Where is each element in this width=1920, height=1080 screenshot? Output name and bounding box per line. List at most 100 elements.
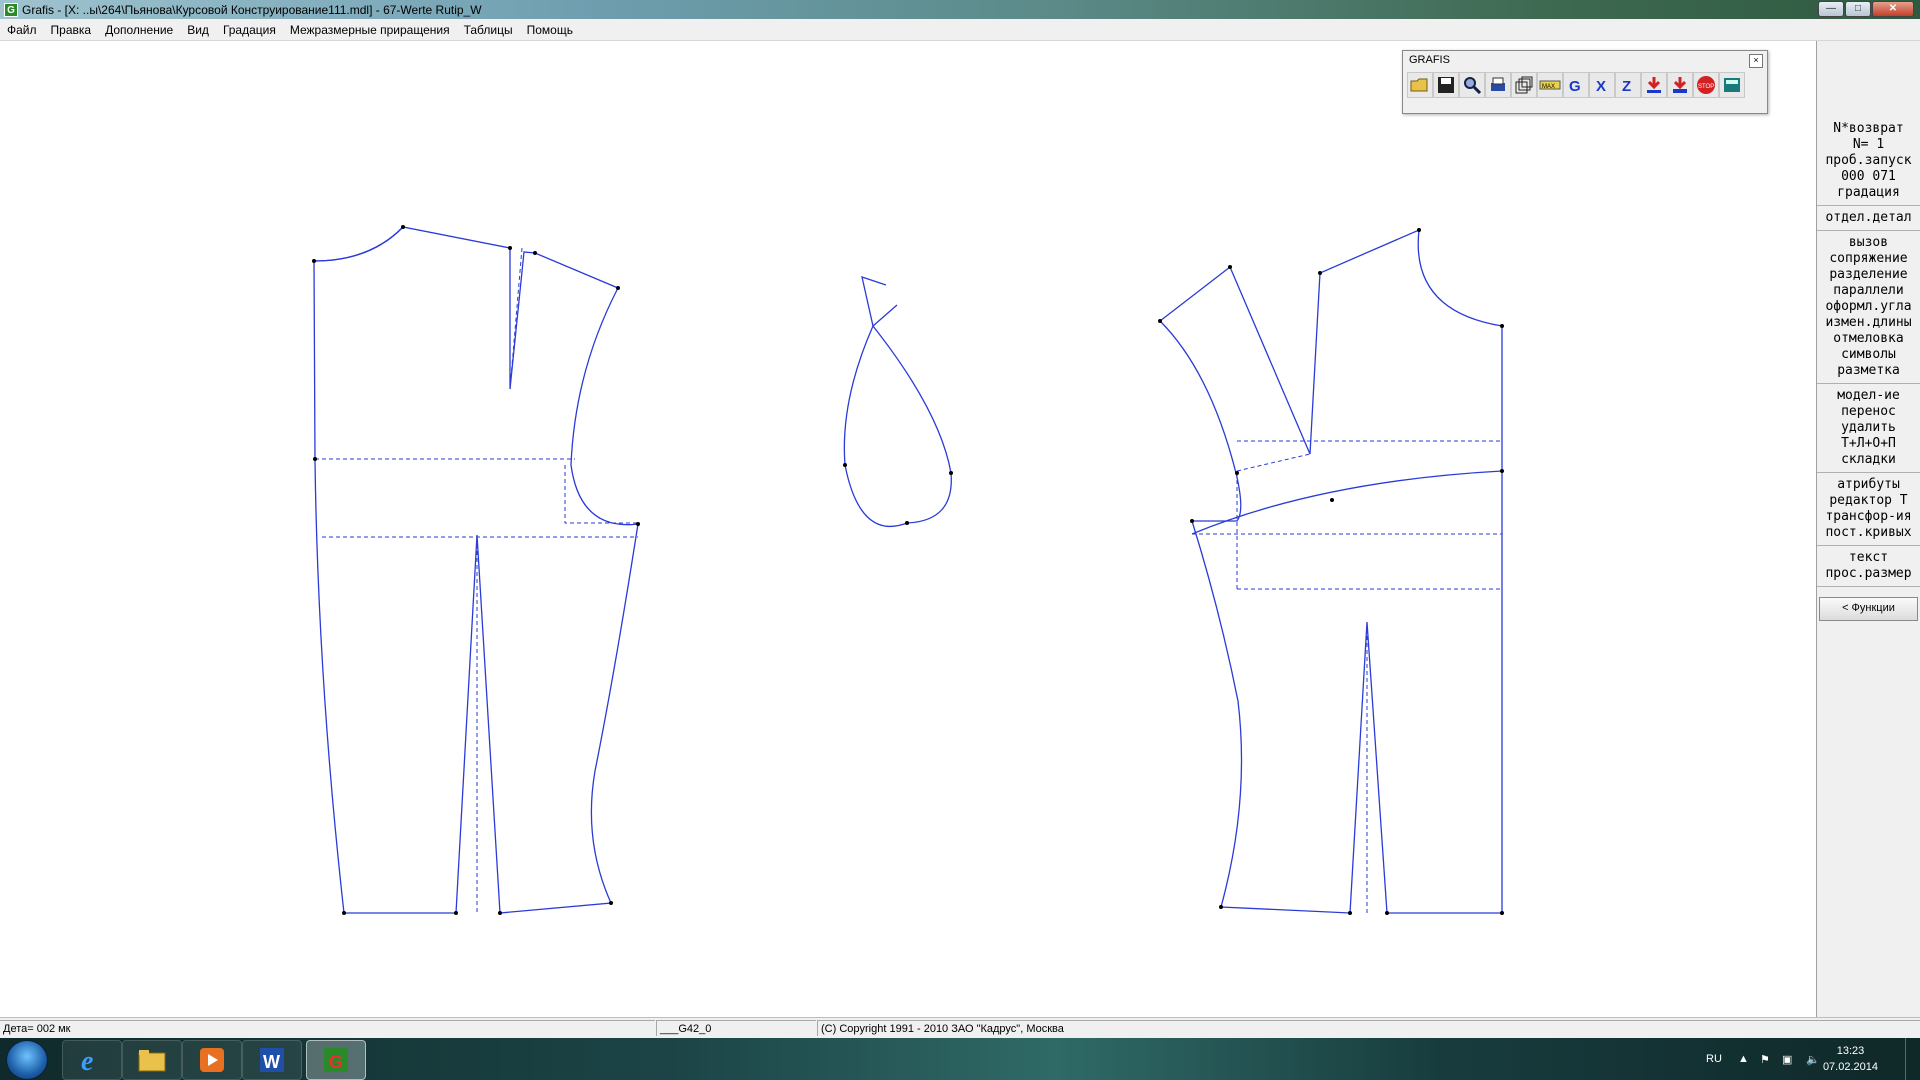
cmd-test-run[interactable]: проб.запуск (1817, 153, 1920, 169)
system-clock[interactable]: 13:23 07.02.2014 (1823, 1043, 1878, 1075)
network-icon[interactable]: ▣ (1782, 1038, 1792, 1080)
functions-button[interactable]: < Функции (1819, 597, 1918, 621)
z-icon[interactable]: Z (1615, 72, 1641, 98)
cmd-parallels[interactable]: параллели (1817, 283, 1920, 299)
import-icon[interactable] (1641, 72, 1667, 98)
windows-start-button[interactable] (6, 1040, 48, 1080)
file-explorer-icon[interactable] (122, 1040, 182, 1080)
drawing-canvas[interactable] (0, 41, 1817, 1017)
grafis-g-icon[interactable]: G (1563, 72, 1589, 98)
back-armhole-box (564, 465, 638, 524)
action-center-flag-icon[interactable]: ⚑ (1760, 1038, 1770, 1080)
menu-view[interactable]: Вид (180, 23, 216, 37)
front-side-curve (1191, 470, 1503, 535)
cmd-build-curves[interactable]: пост.кривых (1817, 525, 1920, 541)
folder-open-icon[interactable] (1407, 72, 1433, 98)
cmd-detail-finish[interactable]: отдел.детал (1817, 210, 1920, 226)
close-button[interactable]: ✕ (1872, 1, 1914, 17)
cmd-pleats[interactable]: складки (1817, 452, 1920, 468)
show-desktop-button[interactable] (1905, 1038, 1920, 1080)
maximize-button[interactable]: □ (1845, 1, 1871, 17)
taskbar: e W G RU ▲ ⚑ ▣ 🔈 13:23 07.02.2014 (0, 1038, 1920, 1080)
cmd-transformation[interactable]: трансфор-ия (1817, 509, 1920, 525)
back-neckline (313, 226, 404, 262)
window-titlebar[interactable]: G Grafis - [X: ..ы\264\Пьянова\Курсовой … (0, 0, 1920, 19)
cmd-corner-design[interactable]: оформл.угла (1817, 299, 1920, 315)
stop-icon[interactable]: STOP (1693, 72, 1719, 98)
point (1385, 911, 1389, 915)
x-icon[interactable]: X (1589, 72, 1615, 98)
back-piece-outline (313, 226, 639, 914)
point (1417, 228, 1421, 232)
svg-text:Z: Z (1622, 78, 1631, 94)
cmd-delete[interactable]: удалить (1817, 420, 1920, 436)
media-player-icon[interactable] (182, 1040, 242, 1080)
grafis-taskbar-icon[interactable]: G (306, 1040, 366, 1080)
point (508, 246, 512, 250)
cmd-chalking[interactable]: отмеловка (1817, 331, 1920, 347)
pattern-drawing[interactable] (0, 41, 1816, 1017)
cmd-symbols[interactable]: символы (1817, 347, 1920, 363)
volume-icon[interactable]: 🔈 (1806, 1038, 1820, 1080)
internet-explorer-icon[interactable]: e (62, 1040, 122, 1080)
front-bust-guide (1236, 453, 1311, 472)
svg-text:X: X (1596, 78, 1606, 94)
layers-icon[interactable] (1511, 72, 1537, 98)
point (401, 225, 405, 229)
print-icon[interactable] (1485, 72, 1511, 98)
command-panel: N*возврат N= 1 проб.запуск 000 071 града… (1817, 41, 1920, 1017)
clock-time: 13:23 (1836, 1045, 1865, 1057)
point (454, 911, 458, 915)
menu-size-increments[interactable]: Межразмерные приращения (283, 23, 457, 37)
cmd-grading[interactable]: градация (1817, 185, 1920, 201)
zoom-icon[interactable] (1459, 72, 1485, 98)
point (1190, 519, 1194, 523)
cmd-conjugation[interactable]: сопряжение (1817, 251, 1920, 267)
cmd-transfer[interactable]: перенос (1817, 404, 1920, 420)
ruler-icon[interactable]: MAX (1537, 72, 1563, 98)
sleeve-notch (861, 276, 898, 327)
cmd-run-number: 000 071 (1841, 169, 1896, 184)
cmd-view-size[interactable]: прос.размер (1817, 566, 1920, 582)
tray-arrow-icon[interactable]: ▲ (1738, 1038, 1749, 1080)
cmd-text[interactable]: текст (1817, 550, 1920, 566)
clock-date: 07.02.2014 (1822, 1061, 1878, 1073)
language-indicator[interactable]: RU (1706, 1038, 1722, 1080)
toolbox-close-icon[interactable]: × (1749, 54, 1763, 68)
cmd-editor-t[interactable]: редактор Т (1817, 493, 1920, 509)
status-bar: Дета= 002 мк ___G42_0 (C) Copyright 1991… (0, 1017, 1920, 1039)
point (1228, 265, 1232, 269)
menu-help[interactable]: Помощь (520, 23, 580, 37)
menu-edit[interactable]: Правка (44, 23, 99, 37)
cmd-marking[interactable]: разметка (1817, 363, 1920, 379)
microsoft-word-icon[interactable]: W (242, 1040, 302, 1080)
menu-file[interactable]: Файл (0, 23, 44, 37)
status-copyright: (C) Copyright 1991 - 2010 ЗАО "Кадрус", … (817, 1020, 1920, 1036)
menu-tables[interactable]: Таблицы (457, 23, 520, 37)
grafis-app-icon: G (4, 2, 18, 17)
svg-text:G: G (1569, 78, 1581, 94)
export-icon[interactable] (1667, 72, 1693, 98)
calculator-icon[interactable] (1719, 72, 1745, 98)
cmd-n-value: N= 1 (1852, 137, 1885, 152)
point (313, 457, 317, 461)
sleeve-piece-outline (843, 324, 952, 528)
cmd-modeling[interactable]: модел-ие (1817, 388, 1920, 404)
status-field: ___G42_0 (656, 1020, 816, 1036)
cmd-length-change[interactable]: измен.длины (1817, 315, 1920, 331)
menu-addons[interactable]: Дополнение (98, 23, 180, 37)
cmd-division[interactable]: разделение (1817, 267, 1920, 283)
minimize-button[interactable]: — (1818, 1, 1844, 17)
point (1219, 905, 1223, 909)
svg-text:STOP: STOP (1698, 84, 1714, 90)
point (1330, 498, 1334, 502)
point (1500, 324, 1504, 328)
cmd-attributes[interactable]: атрибуты (1817, 477, 1920, 493)
cmd-tlop[interactable]: Т+Л+О+П (1817, 436, 1920, 452)
cmd-return-n[interactable]: N*возврат (1817, 121, 1920, 137)
grafis-toolbox[interactable]: GRAFIS × MAX G X Z STOP (1402, 50, 1768, 114)
svg-text:e: e (81, 1046, 93, 1075)
save-icon[interactable] (1433, 72, 1459, 98)
menu-grading[interactable]: Градация (216, 23, 283, 37)
cmd-call[interactable]: вызов (1817, 235, 1920, 251)
